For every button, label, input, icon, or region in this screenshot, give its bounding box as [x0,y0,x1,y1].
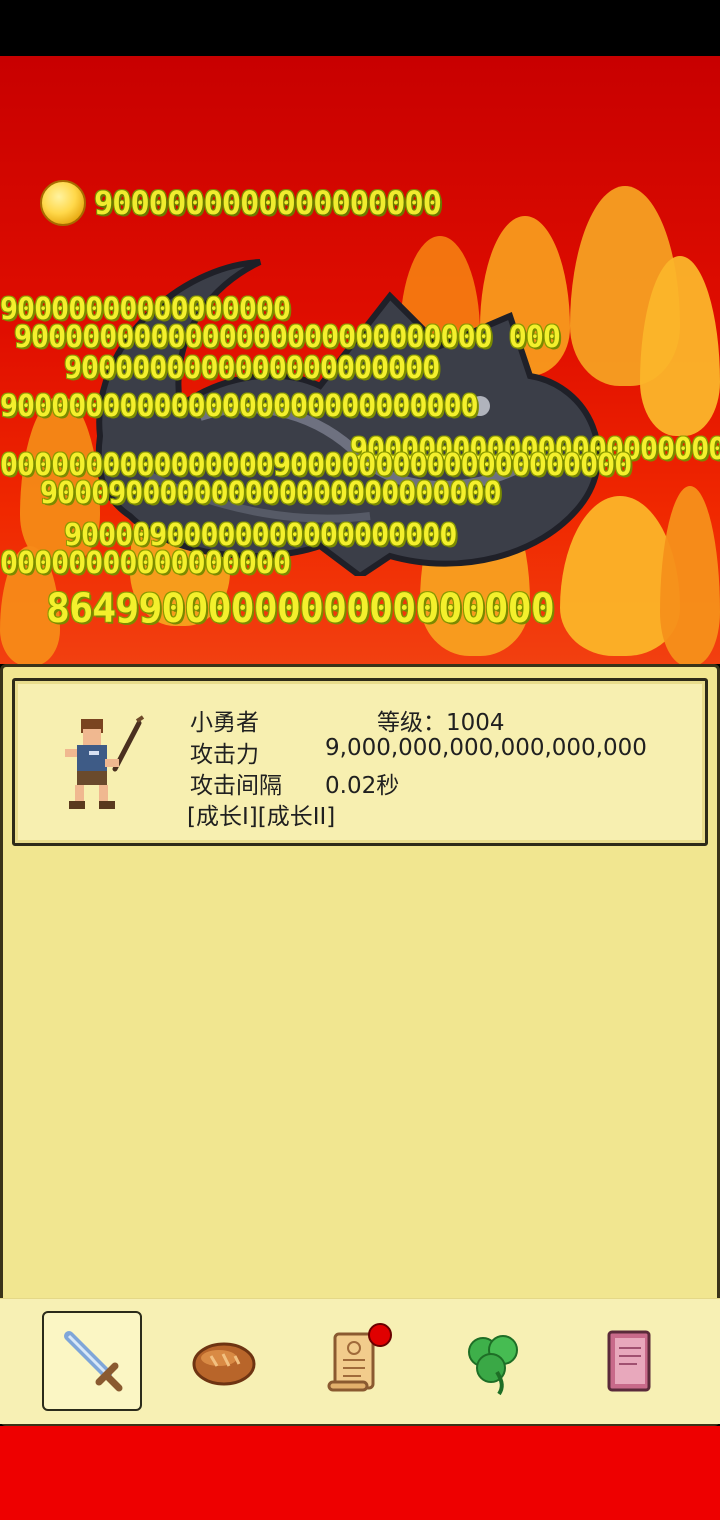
attack-label: 攻击力 [190,742,259,768]
damage-number: 00000000000000000 [0,546,291,581]
bottom-strip [0,1426,720,1520]
nav-food-tab[interactable] [174,1311,274,1411]
damage-number: 900090000000000000000000000 [40,476,502,511]
clover-icon [468,1335,518,1396]
hero-portrait [65,715,145,809]
bottom-nav [0,1298,720,1424]
hero-level: 等级：1004 [377,710,505,736]
damage-number: 9000000000000000000000000000 000 [14,320,561,355]
gold-amount: 9000000000000000000 [94,184,442,222]
damage-number-highlight: 8649900000000000000000 [46,586,555,632]
attack-value: 9,000,000,000,000,000,000 [325,735,647,761]
notification-dot [368,1323,392,1347]
gold-coin-icon [40,180,86,226]
nav-luck-tab[interactable] [444,1311,544,1411]
bread-icon [192,1342,256,1386]
damage-number: 9000000000000000000000000000 [0,389,479,424]
book-icon [607,1330,651,1392]
sword-icon [64,1331,123,1392]
hero-skill-tags: [成长I][成长II] [187,804,336,830]
battle-area[interactable]: 9000000000000000000 90000000000000000 90… [0,56,720,664]
gold-counter: 9000000000000000000 [40,180,442,226]
nav-book-tab[interactable] [580,1311,680,1411]
hero-card[interactable]: 小勇者 等级：1004 攻击力 9,000,000,000,000,000,00… [12,678,708,846]
nav-quest-tab[interactable] [306,1311,406,1411]
nav-weapon-tab[interactable] [42,1311,142,1411]
hero-name: 小勇者 [190,710,259,736]
attack-interval-label: 攻击间隔 [190,773,282,799]
attack-interval-value: 0.02秒 [325,773,400,799]
status-bar [0,0,720,56]
damage-number: 9000000000000000000000 [64,351,440,386]
flame-decoration [660,486,720,664]
